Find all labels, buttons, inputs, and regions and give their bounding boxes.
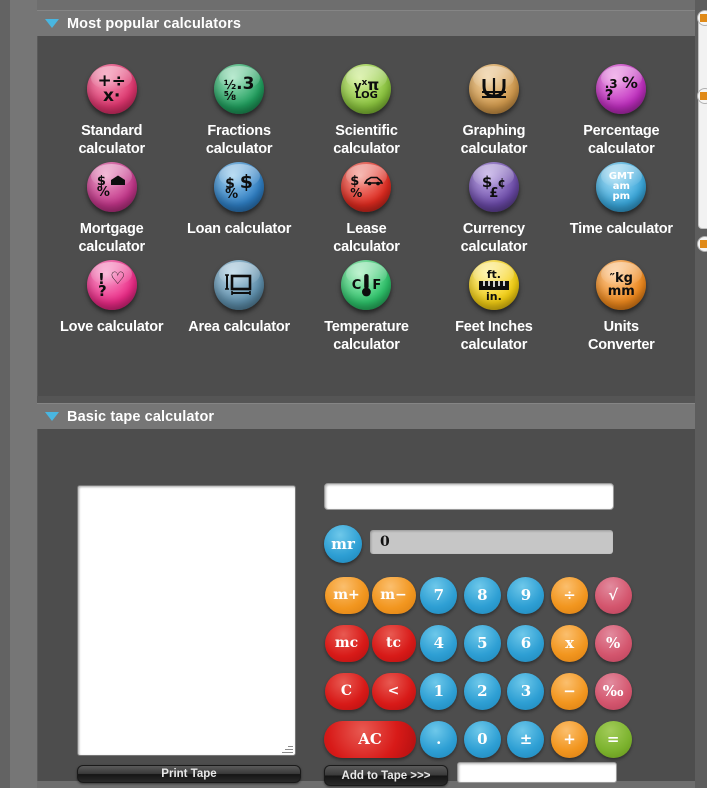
calculator-label-scientific: Scientific calculator bbox=[333, 123, 400, 157]
left-gutter-strip bbox=[10, 0, 37, 788]
memory-display: 0 bbox=[370, 530, 613, 554]
calculator-label-time: Time calculator bbox=[569, 221, 673, 237]
key-per-mille[interactable]: ‰ bbox=[594, 672, 632, 710]
calculator-label-temperature: Temperature calculator bbox=[324, 319, 409, 353]
calculator-item-units[interactable]: ″kg mm Units Converter bbox=[558, 260, 685, 354]
calculator-label-percentage: Percentage calculator bbox=[583, 123, 660, 157]
panel-body-tape: mr 0 m+ m− 7 8 9 ÷ √ mc tc 4 5 6 x% C <1 2 3− ‰ AC. 0 ± + = Pr… bbox=[37, 429, 695, 786]
calculator-item-mortgage[interactable]: $ % Mortgage calculator bbox=[48, 162, 175, 256]
tape-textarea[interactable] bbox=[77, 485, 296, 756]
calculator-item-fractions[interactable]: ½.3 ⅝ Fractions calculator bbox=[175, 64, 302, 158]
calculator-item-currency[interactable]: $ ¢ £ Currency calculator bbox=[430, 162, 557, 256]
key-backspace[interactable]: < bbox=[371, 672, 416, 710]
key-subtract[interactable]: − bbox=[551, 672, 589, 710]
key-digit-9[interactable]: 9 bbox=[507, 576, 545, 614]
calculator-label-currency: Currency calculator bbox=[460, 221, 528, 255]
panel-header-tape[interactable]: Basic tape calculator bbox=[37, 403, 695, 429]
key-divide[interactable]: ÷ bbox=[551, 576, 589, 614]
calculator-label-fractions: Fractions calculator bbox=[205, 123, 273, 157]
calculator-item-feet-inches[interactable]: ft. in. Feet Inches calculator bbox=[430, 260, 557, 354]
area-icon[interactable] bbox=[214, 260, 265, 310]
right-partial-marker-icon bbox=[700, 14, 707, 22]
calculator-item-lease[interactable]: $ % Lease calculator bbox=[303, 162, 430, 256]
key-memory-subtract[interactable]: m− bbox=[371, 576, 416, 614]
key-memory-clear[interactable]: mc bbox=[324, 624, 369, 662]
time-icon[interactable]: GMT am pm bbox=[596, 162, 647, 212]
calculator-item-scientific[interactable]: yxπ LOG Scientific calculator bbox=[303, 64, 430, 158]
memory-recall-button[interactable]: mr bbox=[324, 525, 362, 563]
calculator-keypad: m+ m− 7 8 9 ÷ √ mc tc 4 5 6 x% C <1 2 3− ‰ AC. 0 ± + = bbox=[324, 572, 634, 762]
panel-most-popular: Most popular calculators +÷ x· Standard cal… bbox=[37, 10, 695, 396]
key-memory-add[interactable]: m+ bbox=[324, 576, 369, 614]
key-all-clear[interactable]: AC bbox=[324, 720, 416, 758]
calculator-label-area: Area calculator bbox=[188, 319, 290, 335]
expression-input[interactable] bbox=[324, 483, 614, 510]
print-tape-button[interactable]: Print Tape bbox=[77, 765, 301, 783]
graphing-icon[interactable] bbox=[468, 64, 519, 114]
key-decimal-point[interactable]: . bbox=[420, 720, 458, 758]
loan-icon[interactable]: $ $% bbox=[214, 162, 265, 212]
key-digit-3[interactable]: 3 bbox=[507, 672, 545, 710]
calculator-label-graphing: Graphing calculator bbox=[460, 123, 528, 157]
key-equals[interactable]: = bbox=[594, 720, 632, 758]
panel-title-tape: Basic tape calculator bbox=[67, 408, 215, 425]
key-digit-2[interactable]: 2 bbox=[463, 672, 501, 710]
calculator-item-love[interactable]: ! ♡? Love calculator bbox=[48, 260, 175, 354]
key-square-root[interactable]: √ bbox=[594, 576, 632, 614]
key-digit-6[interactable]: 6 bbox=[507, 624, 545, 662]
mortgage-icon[interactable]: $ % bbox=[86, 162, 137, 212]
calculator-item-area[interactable]: Area calculator bbox=[175, 260, 302, 354]
fractions-icon[interactable]: ½.3 ⅝ bbox=[214, 64, 265, 114]
calculator-item-standard[interactable]: +÷ x· Standard calculator bbox=[48, 64, 175, 158]
calculator-item-percentage[interactable]: .3 %? Percentage calculator bbox=[558, 64, 685, 158]
calculator-item-time[interactable]: GMT am pm Time calculator bbox=[558, 162, 685, 256]
page-root: Most popular calculators +÷ x· Standard cal… bbox=[0, 0, 707, 788]
triangle-down-icon[interactable] bbox=[45, 412, 59, 421]
calculator-label-lease: Lease calculator bbox=[333, 221, 400, 255]
panel-tape-calculator: Basic tape calculator mr 0 m+ m− 7 8 9 ÷ √ mc tc… bbox=[37, 403, 695, 786]
key-multiply[interactable]: x bbox=[551, 624, 589, 662]
calculator-item-temperature[interactable]: C F Temperature calculator bbox=[303, 260, 430, 354]
add-to-tape-input[interactable] bbox=[457, 762, 617, 783]
right-partial-marker-icon bbox=[700, 240, 707, 248]
add-to-tape-button[interactable]: Add to Tape >>> bbox=[324, 765, 448, 786]
key-tape-clear[interactable]: tc bbox=[371, 624, 416, 662]
panel-title-most-popular: Most popular calculators bbox=[67, 15, 242, 32]
window-left-edge bbox=[0, 0, 10, 788]
key-digit-8[interactable]: 8 bbox=[463, 576, 501, 614]
calculator-label-mortgage: Mortgage calculator bbox=[78, 221, 145, 255]
calculator-label-units: Units Converter bbox=[587, 319, 655, 353]
love-icon[interactable]: ! ♡? bbox=[86, 260, 137, 310]
calculator-label-feet-inches: Feet Inches calculator bbox=[455, 319, 533, 353]
key-sign-toggle[interactable]: ± bbox=[507, 720, 545, 758]
right-partial-marker-icon bbox=[700, 92, 707, 100]
calculator-label-love: Love calculator bbox=[60, 319, 164, 335]
currency-icon[interactable]: $ ¢ £ bbox=[468, 162, 519, 212]
triangle-down-icon[interactable] bbox=[45, 19, 59, 28]
standard-icon[interactable]: +÷ x· bbox=[86, 64, 137, 114]
key-digit-7[interactable]: 7 bbox=[420, 576, 458, 614]
calculator-grid: +÷ x· Standard calculator ½.3 ⅝ Fractions calcu… bbox=[38, 36, 695, 370]
panel-gap-strip bbox=[37, 396, 695, 403]
key-clear-entry[interactable]: C bbox=[324, 672, 369, 710]
calculator-item-loan[interactable]: $ $% Loan calculator bbox=[175, 162, 302, 256]
right-partial-panel[interactable] bbox=[698, 14, 707, 229]
key-digit-0[interactable]: 0 bbox=[463, 720, 501, 758]
key-percent[interactable]: % bbox=[594, 624, 632, 662]
key-digit-5[interactable]: 5 bbox=[463, 624, 501, 662]
temperature-icon[interactable]: CF bbox=[341, 260, 392, 310]
calculator-label-standard: Standard calculator bbox=[78, 123, 145, 157]
key-add[interactable]: + bbox=[551, 720, 589, 758]
panel-header-most-popular[interactable]: Most popular calculators bbox=[37, 10, 695, 36]
calculator-item-graphing[interactable]: Graphing calculator bbox=[430, 64, 557, 158]
calculator-label-loan: Loan calculator bbox=[187, 221, 292, 237]
units-icon[interactable]: ″kg mm bbox=[596, 260, 647, 310]
key-digit-4[interactable]: 4 bbox=[420, 624, 458, 662]
lease-icon[interactable]: $ % bbox=[341, 162, 392, 212]
scientific-icon[interactable]: yxπ LOG bbox=[341, 64, 392, 114]
feet-inches-icon[interactable]: ft. in. bbox=[468, 260, 519, 310]
panel-body-most-popular: +÷ x· Standard calculator ½.3 ⅝ Fractions calcu… bbox=[37, 36, 695, 396]
key-digit-1[interactable]: 1 bbox=[420, 672, 458, 710]
percentage-icon[interactable]: .3 %? bbox=[596, 64, 647, 114]
